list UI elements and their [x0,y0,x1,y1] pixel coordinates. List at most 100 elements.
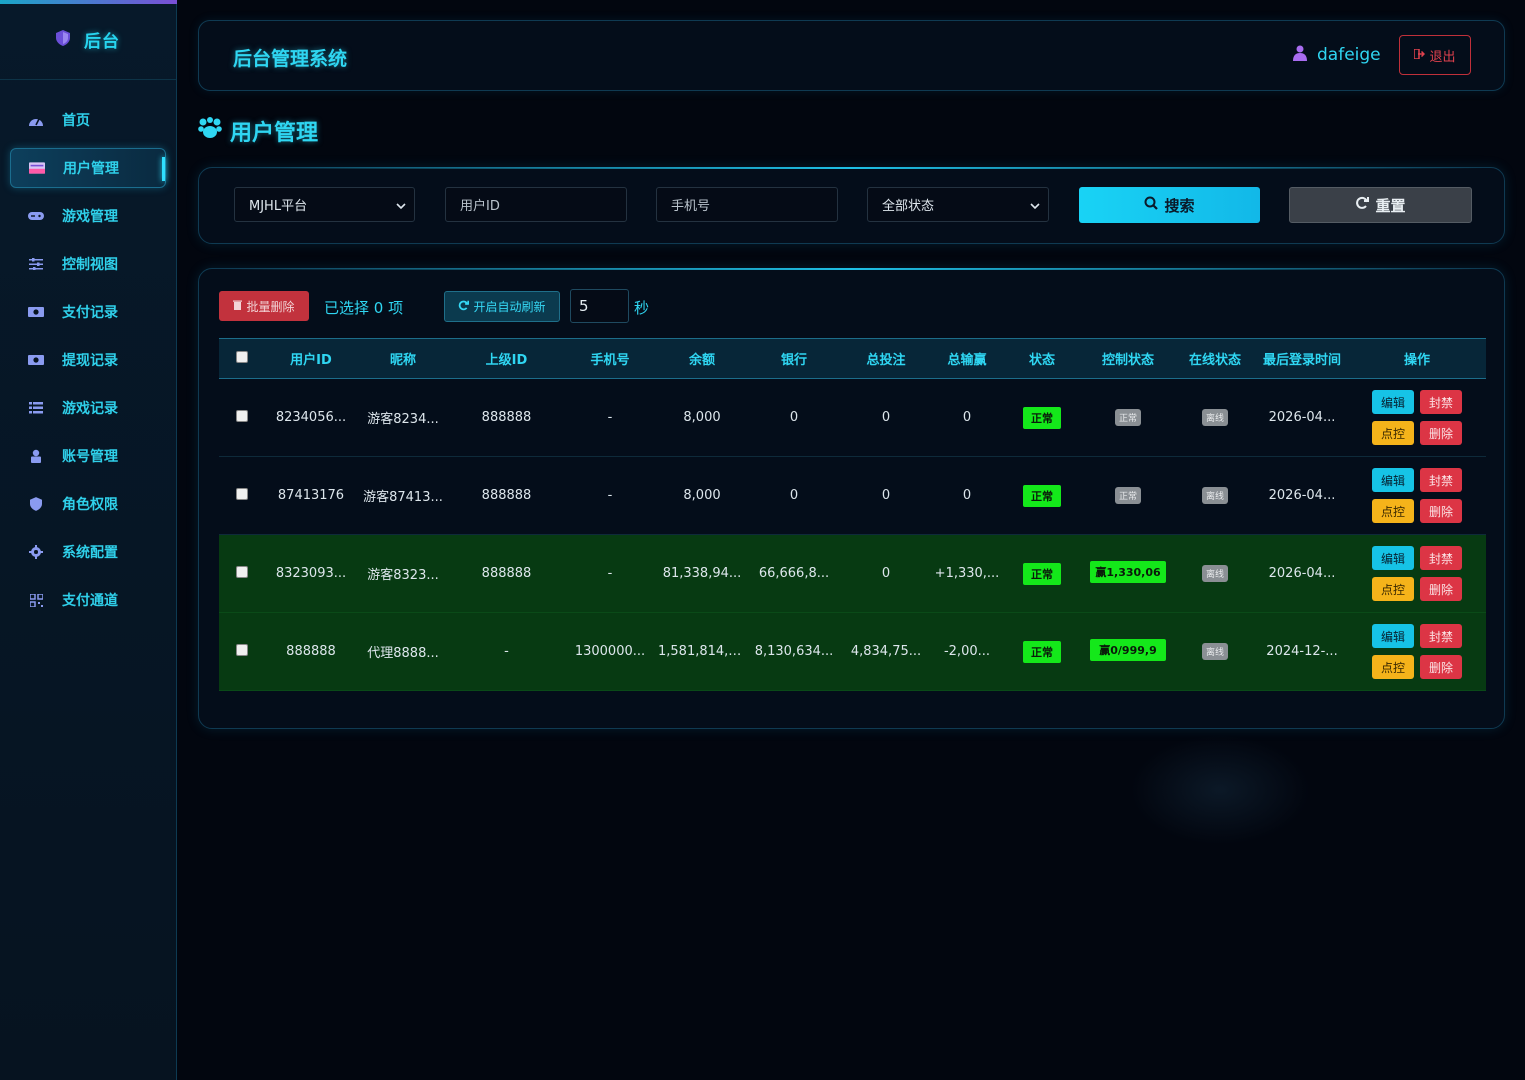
money-icon [28,352,44,368]
control-button[interactable]: 点控 [1372,655,1414,679]
gear-icon [28,544,44,560]
bulk-delete-button[interactable]: 批量删除 [219,291,309,321]
sidebar-item-label: 游戏记录 [62,401,118,417]
col-bank: 银行 [748,338,840,379]
sidebar-item-6[interactable]: 游戏记录 [10,388,166,428]
sidebar-item-2[interactable]: 游戏管理 [10,196,166,236]
control-button[interactable]: 点控 [1372,499,1414,523]
cell-balance: 8,000 [656,456,748,535]
userid-input[interactable]: 用户ID [445,187,627,222]
row-checkbox[interactable] [236,487,248,500]
edit-button[interactable]: 编辑 [1372,468,1414,492]
sidebar-item-4[interactable]: 支付记录 [10,292,166,332]
sidebar-item-9[interactable]: 系统配置 [10,532,166,572]
online-status-badge: 离线 [1201,487,1228,504]
col-status: 状态 [1002,338,1082,379]
row-checkbox[interactable] [236,643,248,656]
sidebar-item-8[interactable]: 角色权限 [10,484,166,524]
control-button[interactable]: 点控 [1372,577,1414,601]
row-checkbox[interactable] [236,409,248,422]
sidebar-item-3[interactable]: 控制视图 [10,244,166,284]
ban-button[interactable]: 封禁 [1420,468,1462,492]
delete-button[interactable]: 删除 [1420,499,1462,523]
cell-control-status: 赢0/999,9 [1082,612,1174,691]
user-icon [1293,45,1307,65]
control-status-badge: 赢0/999,9 [1090,638,1166,661]
userid-placeholder: 用户ID [460,199,500,214]
delete-button[interactable]: 删除 [1420,655,1462,679]
cell-balance: 81,338,94... [656,534,748,613]
refresh-icon [458,300,470,314]
phone-input[interactable]: 手机号 [656,187,838,222]
sidebar-item-label: 系统配置 [62,545,118,561]
sidebar-item-7[interactable]: 账号管理 [10,436,166,476]
cell-online-status: 离线 [1174,612,1256,691]
cell-actions: 编辑 封禁 点控 删除 [1348,612,1486,691]
cell-online-status: 离线 [1174,378,1256,457]
filter-panel: MJHL平台 用户ID 手机号 全部状态 搜索 重置 [198,167,1505,244]
control-status-badge: 正常 [1114,409,1141,426]
cell-control-status: 正常 [1082,378,1174,457]
delete-button[interactable]: 删除 [1420,577,1462,601]
cell-nickname: 游客8323... [357,534,449,613]
status-badge: 正常 [1023,640,1061,663]
sidebar-item-1[interactable]: 用户管理 [10,148,166,188]
table-header-row: 用户ID 昵称 上级ID 手机号 余额 银行 总投注 总输赢 状态 控制状态 在… [219,338,1486,379]
control-status-badge: 正常 [1114,487,1141,504]
user-info[interactable]: dafeige [1293,45,1381,65]
sidebar-item-5[interactable]: 提现记录 [10,340,166,380]
cell-online-status: 离线 [1174,456,1256,535]
cell-status: 正常 [1002,378,1082,457]
control-button[interactable]: 点控 [1372,421,1414,445]
sidebar-item-10[interactable]: 支付通道 [10,580,166,620]
col-parentid: 上级ID [449,338,564,379]
online-status-badge: 离线 [1201,565,1228,582]
users-table: 用户ID 昵称 上级ID 手机号 余额 银行 总投注 总输赢 状态 控制状态 在… [219,338,1486,691]
cell-phone: - [564,534,656,613]
select-all-cell [219,338,265,379]
table-row: 8323093... 游客8323... 888888-81,338,94... 66… [219,534,1486,613]
interval-unit: 秒 [634,299,650,317]
delete-button[interactable]: 删除 [1420,421,1462,445]
cell-balance: 1,581,814,5... [656,612,748,691]
cell-total-winloss: +1,330,... [932,534,1002,613]
refresh-interval-input[interactable]: 5 [570,289,629,323]
cell-total-bet: 0 [840,456,932,535]
user-lock-icon [28,448,44,464]
cell-userid: 8323093... [265,534,357,613]
sidebar-item-label: 支付通道 [62,593,118,609]
col-control-status: 控制状态 [1082,338,1174,379]
status-select[interactable]: 全部状态 [867,187,1049,222]
selected-count: 已选择 0 项 [324,299,404,317]
edit-button[interactable]: 编辑 [1372,390,1414,414]
brand-title: 后台 [84,32,120,52]
cell-parentid: 888888 [449,456,564,535]
background-decoration [1130,735,1310,845]
cell-nickname: 游客87413... [357,456,449,535]
select-all-checkbox[interactable] [236,350,248,363]
sidebar-item-label: 支付记录 [62,305,118,321]
table-row: 8234056... 游客8234... 888888-8,000 0 0 0 正常 正常 离线… [219,378,1486,457]
bulk-delete-label: 批量删除 [246,299,295,314]
row-checkbox[interactable] [236,565,248,578]
sidebar-item-label: 账号管理 [62,449,118,465]
cell-total-bet: 4,834,75... [840,612,932,691]
sidebar: 后台 首页用户管理游戏管理控制视图支付记录提现记录游戏记录账号管理角色权限系统配… [0,0,177,1080]
ban-button[interactable]: 封禁 [1420,624,1462,648]
sidebar-item-0[interactable]: 首页 [10,100,166,140]
money-icon [28,304,44,320]
ban-button[interactable]: 封禁 [1420,546,1462,570]
ban-button[interactable]: 封禁 [1420,390,1462,414]
platform-select[interactable]: MJHL平台 [234,187,415,222]
cell-balance: 8,000 [656,378,748,457]
search-button[interactable]: 搜索 [1079,187,1260,223]
edit-button[interactable]: 编辑 [1372,624,1414,648]
search-icon [1144,196,1159,214]
reset-button[interactable]: 重置 [1289,187,1472,223]
cell-phone: - [564,456,656,535]
logout-button[interactable]: 退出 [1399,35,1471,75]
cell-bank: 66,666,8... [748,534,840,613]
auto-refresh-button[interactable]: 开启自动刷新 [444,291,560,322]
edit-button[interactable]: 编辑 [1372,546,1414,570]
sign-out-icon [1413,47,1426,63]
